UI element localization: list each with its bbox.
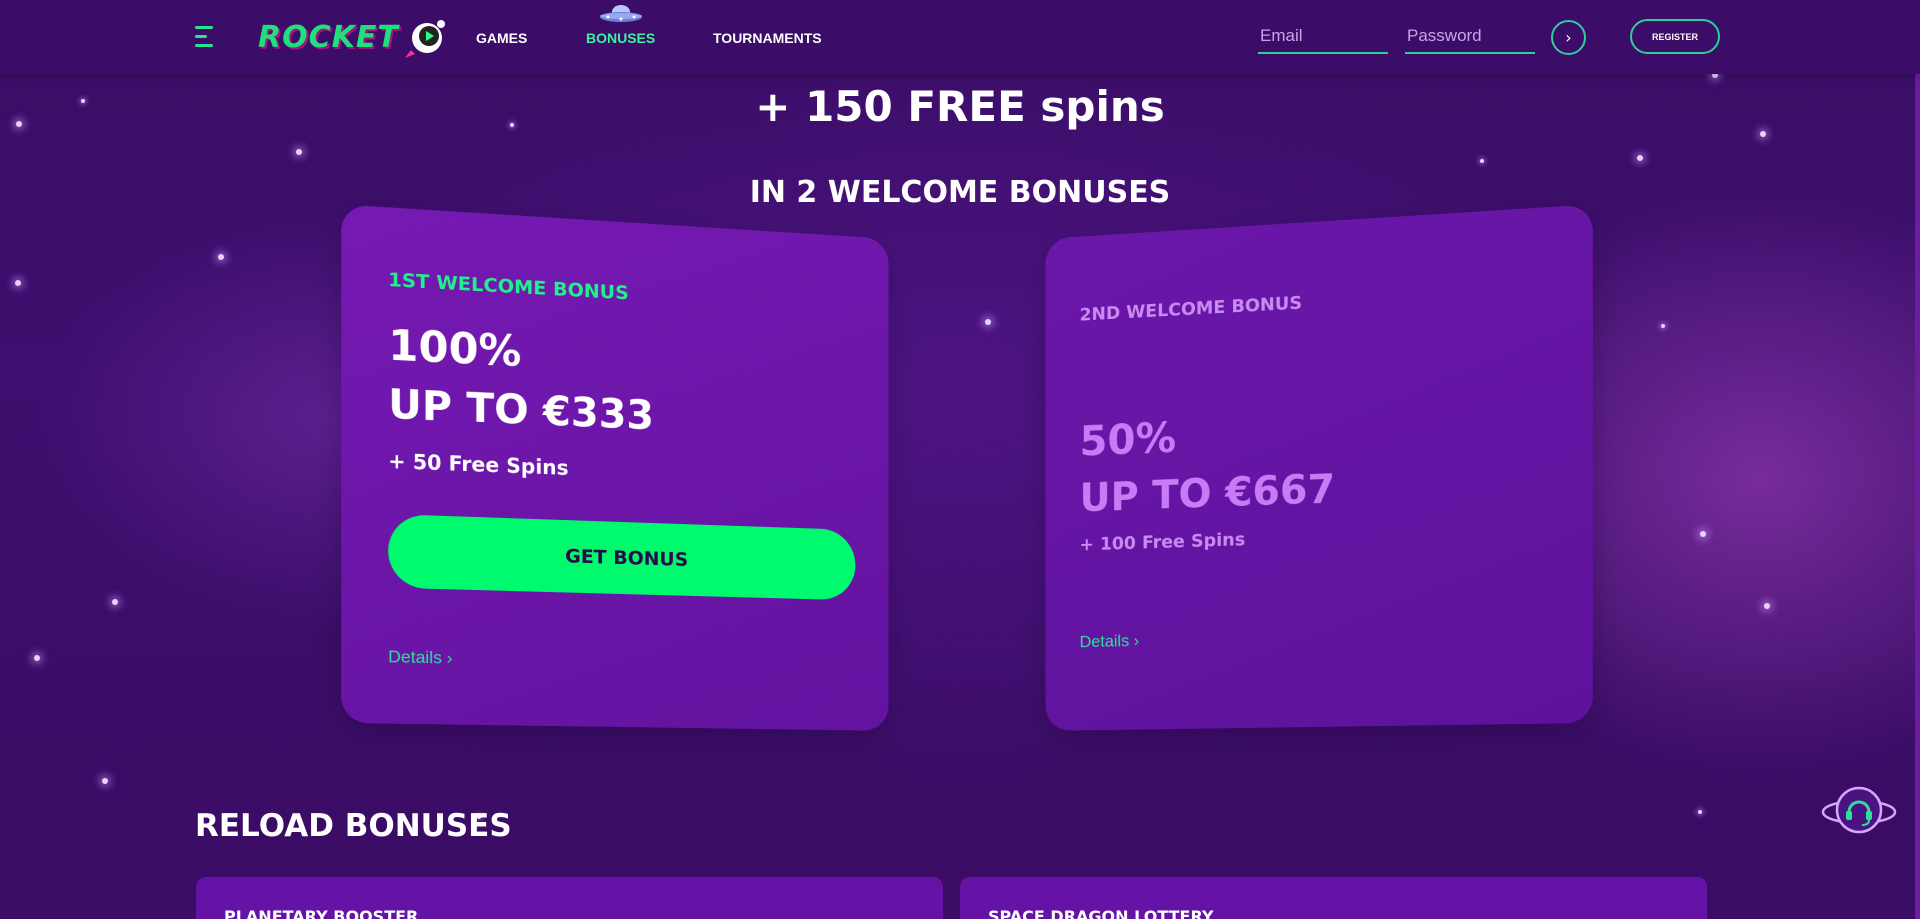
details-link[interactable]: Details › [1080,631,1140,652]
nav-tournaments[interactable]: TOURNAMENTS [713,30,822,46]
email-field[interactable] [1258,20,1388,54]
password-field[interactable] [1405,20,1535,54]
nav-games[interactable]: GAMES [476,30,527,46]
bonus-free-spins: + 50 Free Spins [388,449,568,480]
bonus-percent: 50% [1080,413,1176,465]
reload-card-planetary-booster[interactable]: PLANETARY BOOSTER [196,877,943,919]
bonus-up-to: UP TO €667 [1080,466,1336,521]
starfield-background [0,0,1920,919]
bonus-label: 2ND WELCOME BONUS [1080,293,1303,326]
reload-card-title: SPACE DRAGON LOTTERY [988,907,1213,919]
logo-text: ROCKET [258,20,399,55]
login-submit-button[interactable]: › [1551,20,1586,55]
hamburger-menu-icon[interactable] [195,26,213,48]
email-input[interactable] [1258,20,1388,52]
details-link[interactable]: Details › [388,647,452,669]
hero-title: + 150 FREE spins [0,82,1920,131]
chevron-right-icon: › [1565,28,1571,47]
site-logo[interactable]: ROCKET [258,14,449,60]
nav-bonuses[interactable]: BONUSES [586,30,655,46]
astronaut-logo-icon [403,14,449,60]
top-header: ROCKET GAMES BONUSES TOURNAMENTS › REGIS… [0,0,1920,74]
bonus-up-to: UP TO €333 [388,381,654,439]
bonus-label: 1ST WELCOME BONUS [388,269,629,305]
reload-bonuses-title: RELOAD BONUSES [195,808,512,844]
register-button[interactable]: REGISTER [1630,19,1720,54]
reload-card-title: PLANETARY BOOSTER [224,907,418,919]
welcome-bonus-card-1: 1ST WELCOME BONUS 100% UP TO €333 + 50 F… [341,204,888,730]
bonus-percent: 100% [388,320,521,376]
get-bonus-button[interactable]: GET BONUS [388,514,855,600]
ufo-icon [598,2,644,28]
welcome-bonus-card-2: 2ND WELCOME BONUS 50% UP TO €667 + 100 F… [1045,204,1592,730]
password-input[interactable] [1405,20,1535,52]
hero-subtitle: IN 2 WELCOME BONUSES [0,175,1920,210]
reload-card-space-dragon-lottery[interactable]: SPACE DRAGON LOTTERY [960,877,1707,919]
support-headset-icon[interactable] [1820,782,1898,838]
bonus-free-spins: + 100 Free Spins [1080,529,1246,555]
